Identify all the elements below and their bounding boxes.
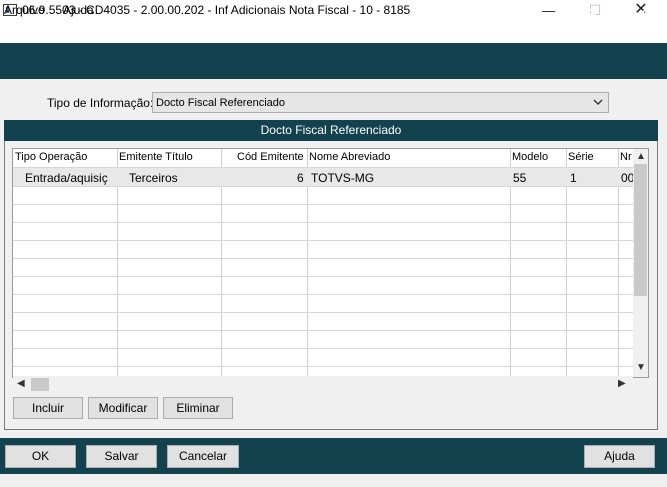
exit-icon[interactable] bbox=[606, 8, 628, 30]
group-title: Docto Fiscal Referenciado bbox=[4, 120, 658, 141]
col-header-emitente-titulo[interactable]: Emitente Título bbox=[119, 151, 193, 163]
tipo-informacao-label: Tipo de Informação: bbox=[47, 96, 154, 110]
print-icon[interactable] bbox=[576, 8, 598, 30]
scroll-down-icon[interactable]: ▼ bbox=[636, 362, 646, 373]
col-header-tipo-operacao[interactable]: Tipo Operação bbox=[15, 151, 87, 163]
chevron-down-icon bbox=[593, 99, 603, 105]
toolbar bbox=[0, 43, 667, 79]
cancelar-button[interactable]: Cancelar bbox=[167, 445, 239, 468]
col-header-nome-abreviado[interactable]: Nome Abreviado bbox=[309, 151, 390, 163]
vertical-scroll-thumb[interactable] bbox=[634, 164, 647, 296]
eliminar-button[interactable]: Eliminar bbox=[163, 397, 233, 419]
cell-tipo-operacao: Entrada/aquisiç bbox=[25, 171, 108, 185]
menu-arquivo[interactable]: Arquivo bbox=[4, 3, 45, 17]
cell-modelo: 55 bbox=[513, 171, 527, 185]
cell-cod-emitente: 6 bbox=[297, 171, 304, 185]
cell-serie: 1 bbox=[570, 171, 577, 185]
incluir-button[interactable]: Incluir bbox=[13, 397, 83, 419]
cell-nome-abreviado: TOTVS-MG bbox=[311, 171, 375, 185]
salvar-button[interactable]: Salvar bbox=[86, 445, 157, 468]
ajuda-button[interactable]: Ajuda bbox=[584, 445, 655, 468]
scroll-up-icon[interactable]: ▲ bbox=[636, 151, 646, 162]
tipo-informacao-select[interactable]: Docto Fiscal Referenciado bbox=[152, 92, 609, 113]
cell-emitente-titulo: Terceiros bbox=[129, 171, 178, 185]
data-grid[interactable]: Tipo Operação Emitente Título Cód Emiten… bbox=[12, 148, 649, 378]
col-header-nr[interactable]: Nr bbox=[620, 151, 632, 163]
col-header-serie[interactable]: Série bbox=[568, 151, 594, 163]
tipo-informacao-value: Docto Fiscal Referenciado bbox=[156, 97, 286, 109]
modificar-button[interactable]: Modificar bbox=[88, 397, 158, 419]
scroll-left-icon[interactable]: ◀ bbox=[17, 378, 25, 389]
help-icon[interactable] bbox=[636, 8, 658, 30]
structure-icon[interactable] bbox=[547, 8, 569, 30]
horizontal-scrollbar[interactable] bbox=[13, 376, 633, 391]
scroll-right-icon[interactable]: ▶ bbox=[618, 378, 626, 389]
status-bar bbox=[0, 474, 667, 487]
col-header-cod-emitente[interactable]: Cód Emitente bbox=[237, 151, 304, 163]
menu-ajuda[interactable]: Ajuda bbox=[63, 3, 94, 17]
ok-button[interactable]: OK bbox=[5, 445, 76, 468]
col-header-modelo[interactable]: Modelo bbox=[512, 151, 548, 163]
horizontal-scroll-thumb[interactable] bbox=[31, 378, 49, 391]
